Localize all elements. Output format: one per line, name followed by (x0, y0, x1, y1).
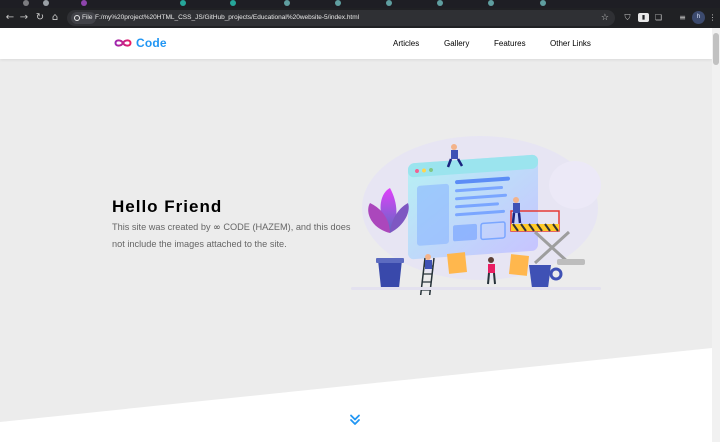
nav-link-gallery[interactable]: Gallery (444, 28, 469, 59)
browser-tab-strip (0, 0, 720, 8)
web-page: Code Articles Gallery Features Other Lin… (0, 28, 712, 442)
hero-title: Hello Friend (112, 197, 223, 216)
site-header: Code Articles Gallery Features Other Lin… (0, 28, 712, 59)
nav-link-other-links[interactable]: Other Links (550, 28, 591, 59)
hero-text-before: This site was created by (112, 222, 211, 232)
tab-favicon[interactable] (43, 0, 49, 6)
double-chevron-down-icon[interactable] (349, 414, 361, 426)
reload-icon[interactable]: ↻ (33, 11, 47, 25)
info-icon (74, 15, 80, 21)
shield-extension-icon[interactable]: ⛉ (622, 12, 633, 23)
browser-toolbar: ← → ↻ ⌂ File F:/my%20project%20HTML_CSS_… (0, 8, 720, 28)
forward-icon[interactable]: → (17, 11, 31, 25)
extension-icon[interactable]: ▮ (638, 13, 649, 22)
bookmark-star-icon[interactable]: ☆ (601, 10, 609, 26)
logo-text: Code (136, 36, 167, 50)
infinity-logo-icon (114, 39, 132, 47)
page-scrollbar[interactable] (712, 28, 720, 442)
tab-favicon[interactable] (81, 0, 87, 6)
tab-favicon[interactable] (180, 0, 186, 6)
scrollbar-thumb[interactable] (713, 33, 719, 65)
tab-favicon[interactable] (284, 0, 290, 6)
tab-favicon[interactable] (23, 0, 29, 6)
url-text[interactable]: F:/my%20project%20HTML_CSS_JS/GitHub_pro… (95, 10, 359, 26)
puzzle-extensions-icon[interactable]: ❏ (653, 12, 664, 23)
media-controls-icon[interactable]: ≡ (677, 12, 688, 23)
back-icon[interactable]: ← (3, 11, 17, 25)
tab-favicon[interactable] (540, 0, 546, 6)
site-logo[interactable]: Code (114, 36, 167, 50)
tab-favicon[interactable] (230, 0, 236, 6)
tab-favicon[interactable] (335, 0, 341, 6)
address-bar[interactable]: File F:/my%20project%20HTML_CSS_JS/GitHu… (67, 10, 615, 26)
infinity-inline-icon: ∞ (213, 222, 221, 233)
menu-kebab-icon[interactable]: ⋮ (707, 12, 718, 23)
nav-link-articles[interactable]: Articles (393, 28, 419, 59)
site-info-chip[interactable]: File (71, 12, 97, 24)
file-chip-label: File (82, 14, 93, 21)
hero-description: This site was created by ∞ CODE (HAZEM),… (112, 219, 352, 252)
tab-favicon[interactable] (437, 0, 443, 6)
tab-favicon[interactable] (488, 0, 494, 6)
tab-favicon[interactable] (386, 0, 392, 6)
profile-avatar[interactable]: h (692, 11, 705, 24)
hero-illustration (351, 136, 601, 295)
home-icon[interactable]: ⌂ (48, 11, 62, 25)
nav-link-features[interactable]: Features (494, 28, 526, 59)
